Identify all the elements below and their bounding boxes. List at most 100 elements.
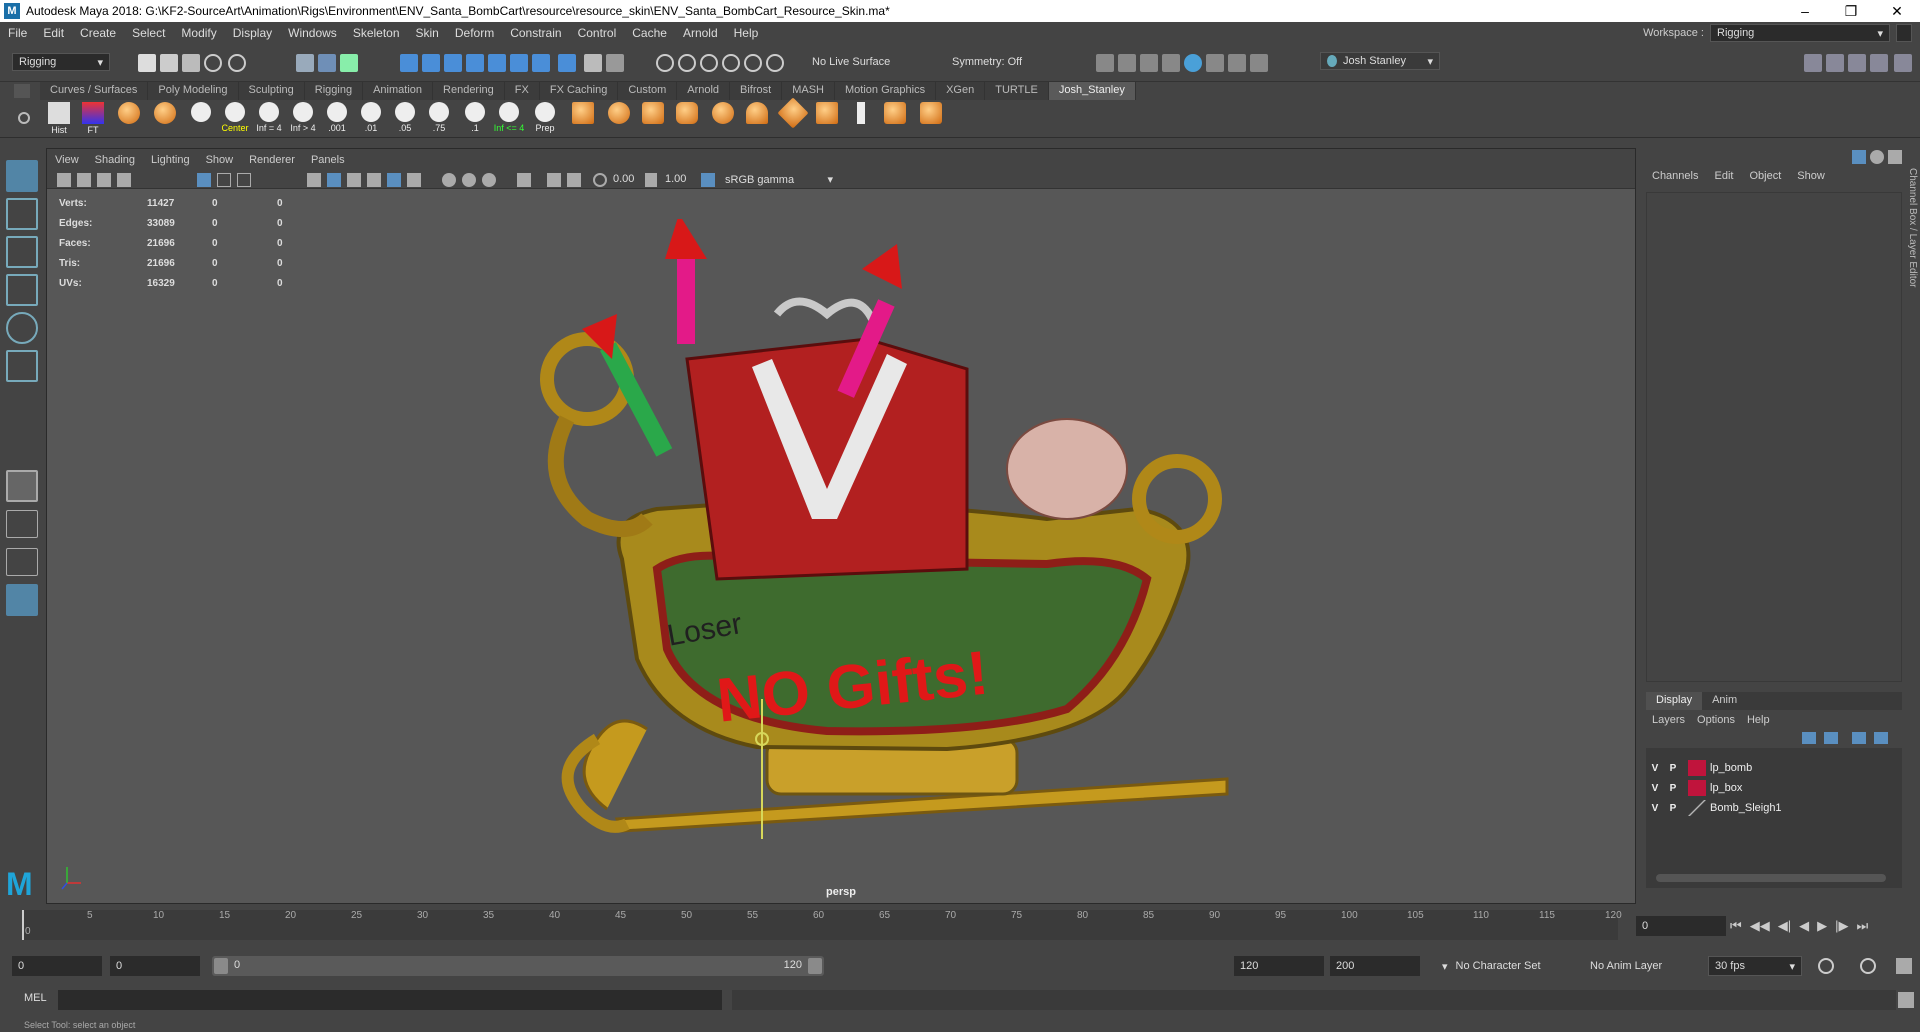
make-live-icon[interactable] [700, 54, 718, 72]
color-space-dropdown[interactable]: sRGB gamma ▾ [719, 171, 839, 188]
menu-create[interactable]: Create [72, 26, 124, 40]
menu-cache[interactable]: Cache [624, 26, 675, 40]
menu-arnold[interactable]: Arnold [675, 26, 726, 40]
snap-grid-icon[interactable] [400, 54, 418, 72]
snap-help-icon[interactable] [558, 54, 576, 72]
viewport-menu-show[interactable]: Show [198, 154, 242, 166]
viewport-menu-renderer[interactable]: Renderer [241, 154, 303, 166]
step-forward-frame-icon[interactable]: |▶ [1835, 918, 1848, 934]
symmetry-dropdown[interactable]: Symmetry: Off [946, 53, 1046, 71]
menu-skin[interactable]: Skin [408, 26, 447, 40]
use-all-lights-icon[interactable] [387, 173, 401, 187]
shelf-button-inf-eq-4[interactable]: Inf = 4 [254, 102, 284, 136]
tab-arnold[interactable]: Arnold [677, 82, 731, 100]
wireframe-on-shaded-icon[interactable] [347, 173, 361, 187]
channel-box-toggle-icon[interactable] [1870, 54, 1888, 72]
four-view-layout-icon[interactable] [6, 510, 38, 538]
new-scene-icon[interactable] [138, 54, 156, 72]
play-backwards-icon[interactable]: ◀ [1799, 918, 1809, 934]
shelf-button-hand-a[interactable] [880, 102, 910, 136]
render-setup-icon[interactable] [1206, 54, 1224, 72]
shelf-button-001[interactable]: .001 [322, 102, 352, 136]
lock-icon[interactable] [584, 54, 602, 72]
channel-box-toggle-icon[interactable] [1852, 150, 1866, 164]
go-to-end-icon[interactable]: ⏭ [1856, 918, 1868, 934]
viewport-menu-lighting[interactable]: Lighting [143, 154, 198, 166]
gamma-icon[interactable] [645, 173, 657, 187]
snap-point-icon[interactable] [444, 54, 462, 72]
smooth-shade-icon[interactable] [327, 173, 341, 187]
shelf-button-poly-cylinder[interactable] [672, 102, 702, 136]
shelf-button-hist[interactable]: Hist [44, 102, 74, 136]
menu-help[interactable]: Help [726, 26, 767, 40]
tool-settings-icon[interactable] [1848, 54, 1866, 72]
redo-icon[interactable] [228, 54, 246, 72]
time-slider[interactable]: 0 5 10 15 20 25 30 35 40 45 50 55 60 65 … [0, 908, 1920, 942]
minimize-button[interactable]: – [1782, 0, 1828, 22]
color-management-icon[interactable] [701, 173, 715, 187]
move-layer-up-icon[interactable] [1802, 732, 1816, 744]
tab-rigging[interactable]: Rigging [305, 82, 364, 100]
shelf-button-ft[interactable]: FT [78, 102, 108, 136]
shelf-button-inf-le-4[interactable]: Inf <= 4 [494, 102, 524, 136]
render-icon[interactable] [722, 54, 740, 72]
exposure-value[interactable]: 0.00 [613, 173, 634, 185]
shelf-button-sphere[interactable] [114, 102, 144, 136]
attribute-editor-icon[interactable] [1826, 54, 1844, 72]
anim-layer-dropdown[interactable]: No Anim Layer [1584, 956, 1694, 976]
channel-box-area[interactable] [1646, 192, 1902, 682]
shelf-button-poly-pipe[interactable] [812, 102, 842, 136]
select-component-icon[interactable] [340, 54, 358, 72]
film-gate-icon[interactable] [217, 173, 231, 187]
viewport-menu-view[interactable]: View [47, 154, 87, 166]
move-tool-icon[interactable] [6, 274, 38, 306]
new-layer-icon[interactable] [1852, 732, 1866, 744]
layer-visibility-toggle[interactable]: V [1646, 763, 1664, 774]
shelf-button-01[interactable]: .01 [356, 102, 386, 136]
playback-start-field[interactable]: 0 [110, 956, 200, 976]
animation-start-field[interactable]: 0 [12, 956, 102, 976]
menu-control[interactable]: Control [570, 26, 625, 40]
menu-select[interactable]: Select [124, 26, 173, 40]
channel-box-menu-channels[interactable]: Channels [1652, 170, 1708, 182]
playback-end-field[interactable]: 120 [1234, 956, 1324, 976]
magnet-icon[interactable] [606, 54, 624, 72]
shelf-button-75[interactable]: .75 [424, 102, 454, 136]
channel-box-menu-object[interactable]: Object [1749, 170, 1791, 182]
shelf-button-inf-gt-4[interactable]: Inf > 4 [288, 102, 318, 136]
shelf-button-center[interactable]: Center [220, 102, 250, 136]
layer-color-swatch[interactable] [1688, 760, 1706, 776]
scale-tool-icon[interactable] [6, 350, 38, 382]
wireframe-icon[interactable] [307, 173, 321, 187]
animation-end-field[interactable]: 200 [1330, 956, 1420, 976]
layer-scrollbar[interactable] [1656, 874, 1886, 882]
shelf-button-poly-cube[interactable] [638, 102, 668, 136]
tab-fx-caching[interactable]: FX Caching [540, 82, 619, 100]
time-slider-track[interactable]: 0 5 10 15 20 25 30 35 40 45 50 55 60 65 … [22, 910, 1622, 940]
shelf-button-poly-cone[interactable] [742, 102, 772, 136]
shelf-button-curve-cubes[interactable] [568, 102, 598, 136]
tab-custom[interactable]: Custom [618, 82, 678, 100]
menu-file[interactable]: File [0, 26, 35, 40]
outliner-icon[interactable] [1894, 54, 1912, 72]
paint-select-tool-icon[interactable] [6, 236, 38, 268]
user-menu[interactable]: Josh Stanley ▾ [1320, 52, 1440, 70]
tab-curves-surfaces[interactable]: Curves / Surfaces [40, 82, 149, 100]
restore-button[interactable]: ❐ [1828, 0, 1874, 22]
live-surface-field[interactable]: No Live Surface [806, 53, 906, 71]
image-plane-icon[interactable] [117, 173, 131, 187]
rotate-tool-icon[interactable] [6, 312, 38, 344]
tab-rendering[interactable]: Rendering [433, 82, 505, 100]
menu-constrain[interactable]: Constrain [502, 26, 569, 40]
new-layer-from-selection-icon[interactable] [1874, 732, 1888, 744]
menu-modify[interactable]: Modify [173, 26, 224, 40]
workspace-dropdown[interactable]: Rigging ▾ [1710, 24, 1890, 42]
snap-surface-icon[interactable] [488, 54, 506, 72]
tab-josh-stanley[interactable]: Josh_Stanley [1048, 82, 1136, 100]
xray-icon[interactable] [547, 173, 561, 187]
last-tool-icon[interactable] [6, 470, 38, 502]
shelf-button-prep[interactable]: Prep [530, 102, 560, 136]
anti-aliasing-icon[interactable] [482, 173, 496, 187]
layer-row-lp-box[interactable]: V P lp_box [1646, 778, 1902, 798]
tab-mash[interactable]: MASH [782, 82, 835, 100]
